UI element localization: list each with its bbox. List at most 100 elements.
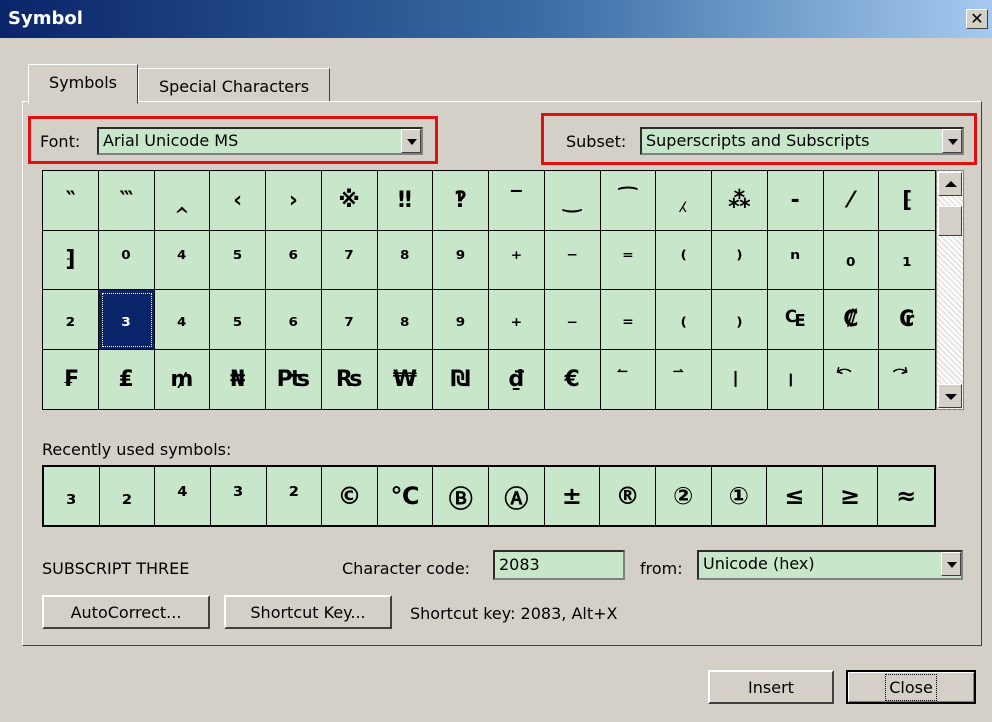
recent-symbol-cell[interactable]: ≈ xyxy=(878,467,934,525)
subset-select[interactable]: Superscripts and Subscripts xyxy=(640,127,964,155)
symbol-cell[interactable]: ⁰ xyxy=(98,230,155,290)
symbol-cell[interactable]: ₦ xyxy=(210,349,266,409)
font-select[interactable]: Arial Unicode MS xyxy=(97,127,423,155)
symbol-cell[interactable]: ⁀ xyxy=(600,171,657,231)
symbol-cell[interactable]: ₩ xyxy=(378,349,434,409)
symbol-cell[interactable]: ₡ xyxy=(823,290,880,350)
chevron-down-icon[interactable] xyxy=(942,129,962,153)
recent-symbol-cell[interactable]: ≥ xyxy=(823,467,879,525)
symbol-cell[interactable]: ⁷ xyxy=(321,230,378,290)
recent-symbols[interactable]: ₃ ₂ ⁴ ³ ² © ℃ Ⓑ Ⓐ ± ® ② ① ≤ ≥ ≈ xyxy=(42,465,936,527)
symbol-cell[interactable]: › xyxy=(266,171,322,231)
symbol-cell[interactable]: ⁄ xyxy=(823,171,880,231)
recent-symbol-cell[interactable]: Ⓐ xyxy=(489,467,545,525)
symbol-cell[interactable]: ₉ xyxy=(433,290,489,350)
symbol-cell[interactable]: ₣ xyxy=(43,349,99,409)
recent-symbol-cell[interactable]: ³ xyxy=(211,467,267,525)
symbol-cell[interactable]: ₄ xyxy=(154,290,211,350)
symbol-cell[interactable]: ₢ xyxy=(879,290,935,350)
from-select[interactable]: Unicode (hex) xyxy=(697,550,963,580)
recent-symbol-cell[interactable]: ® xyxy=(600,467,656,525)
symbol-cell[interactable]: ⁽ xyxy=(656,230,712,290)
close-icon[interactable]: ✕ xyxy=(966,9,988,29)
symbol-cell[interactable]: ₋ xyxy=(544,290,601,350)
recent-symbol-cell[interactable]: ⁴ xyxy=(155,467,211,525)
symbol-cell[interactable]: ※ xyxy=(321,171,378,231)
symbol-cell[interactable]: ⃐ xyxy=(601,349,657,409)
recent-symbol-cell[interactable]: ± xyxy=(545,467,601,525)
symbol-cell[interactable]: ₎ xyxy=(712,290,768,350)
symbol-cell[interactable]: ⃑ xyxy=(656,349,712,409)
autocorrect-button[interactable]: AutoCorrect... xyxy=(42,595,210,629)
symbol-cell[interactable]: ₪ xyxy=(433,349,489,409)
symbol-cell[interactable]: ₇ xyxy=(321,290,378,350)
symbol-cell[interactable]: ‾ xyxy=(489,171,545,231)
scroll-thumb[interactable] xyxy=(938,206,962,236)
symbol-cell[interactable]: ₆ xyxy=(266,290,322,350)
symbol-cell[interactable]: ⁅ xyxy=(879,171,935,231)
symbol-cell[interactable]: ⃒ xyxy=(712,349,768,409)
recent-symbol-cell[interactable]: ₃ xyxy=(44,467,100,525)
symbol-cell[interactable]: ‼ xyxy=(377,171,434,231)
symbol-cell[interactable]: ⁃ xyxy=(767,171,824,231)
symbol-grid[interactable]: ‶ ‷ ‸ ‹ › ※ ‼ ‽ ‾ ‿ ⁀ ⁁ ⁂ ⁃ ⁄ ⁅ ⁆ ⁰ ⁴ ⁵ ⁶ ⁷ ⁸ ⁹ ⁺ ⁻ ⁼ ⁽ ⁾ ⁿ ₀ ₁ ₂ ₃ ₄ ₅ ₆ ₇ ₈ ₉… xyxy=(42,170,936,410)
close-button[interactable]: Close xyxy=(846,670,976,704)
symbol-cell[interactable]: ⁺ xyxy=(489,230,545,290)
recent-symbol-cell[interactable]: Ⓑ xyxy=(433,467,489,525)
symbol-cell[interactable]: ⁵ xyxy=(210,230,266,290)
symbol-cell[interactable]: ⃔ xyxy=(824,349,880,409)
tab-special-characters[interactable]: Special Characters xyxy=(138,68,330,102)
symbol-cell[interactable]: ‶ xyxy=(43,171,99,231)
symbol-cell[interactable]: ‸ xyxy=(154,171,211,231)
symbol-cell[interactable]: ₁ xyxy=(879,231,935,290)
symbol-cell[interactable]: ₍ xyxy=(656,290,712,350)
tab-symbols[interactable]: Symbols xyxy=(28,64,138,104)
symbol-cell[interactable]: ₌ xyxy=(600,290,657,350)
symbol-cell[interactable]: ⁶ xyxy=(266,230,322,290)
recent-symbol-cell[interactable]: ② xyxy=(656,467,712,525)
scroll-down-icon[interactable] xyxy=(938,384,962,408)
symbol-cell[interactable]: ₅ xyxy=(210,290,266,350)
symbol-cell[interactable]: ₊ xyxy=(489,290,545,350)
symbol-cell[interactable]: ₠ xyxy=(767,290,824,350)
symbol-cell[interactable]: ₫ xyxy=(489,349,545,409)
symbol-cell[interactable]: ⃕ xyxy=(879,350,935,410)
symbol-cell[interactable]: ⁆ xyxy=(43,230,99,290)
symbol-cell[interactable]: ₥ xyxy=(155,349,211,409)
symbol-cell[interactable]: ⁿ xyxy=(767,230,824,290)
chevron-down-icon[interactable] xyxy=(941,552,961,576)
recent-symbol-cell[interactable]: ² xyxy=(267,467,323,525)
symbol-cell[interactable]: ‿ xyxy=(544,171,601,231)
symbol-cell[interactable]: ₂ xyxy=(43,290,99,350)
shortcut-key-button[interactable]: Shortcut Key... xyxy=(224,595,392,629)
symbol-cell[interactable]: € xyxy=(545,349,601,409)
symbol-cell[interactable]: ₀ xyxy=(823,230,880,290)
recent-symbol-cell[interactable]: ① xyxy=(712,467,768,525)
symbol-cell[interactable]: ⁻ xyxy=(544,230,601,290)
insert-button[interactable]: Insert xyxy=(708,670,834,704)
symbol-cell[interactable]: ‷ xyxy=(98,171,155,231)
symbol-cell[interactable]: ⁸ xyxy=(377,230,434,290)
symbol-cell[interactable]: ‹ xyxy=(210,171,266,231)
recent-symbol-cell[interactable]: © xyxy=(322,467,378,525)
symbol-cell[interactable]: ₨ xyxy=(322,349,378,409)
symbol-grid-scrollbar[interactable] xyxy=(936,170,964,410)
scroll-up-icon[interactable] xyxy=(938,172,962,196)
recent-symbol-cell[interactable]: ℃ xyxy=(378,467,434,525)
chevron-down-icon[interactable] xyxy=(401,129,421,153)
symbol-cell[interactable]: ⁹ xyxy=(433,230,489,290)
symbol-cell[interactable]: ₈ xyxy=(377,290,434,350)
symbol-cell[interactable]: ⁼ xyxy=(600,230,657,290)
recent-symbol-cell[interactable]: ≤ xyxy=(767,467,823,525)
character-code-input[interactable]: 2083 xyxy=(493,550,625,580)
symbol-cell[interactable]: ₤ xyxy=(99,349,155,409)
symbol-cell[interactable]: ₃ xyxy=(98,290,155,350)
symbol-cell[interactable]: ₧ xyxy=(266,349,322,409)
symbol-cell[interactable]: ⁂ xyxy=(712,171,768,231)
symbol-cell[interactable]: ⁾ xyxy=(712,230,768,290)
recent-symbol-cell[interactable]: ₂ xyxy=(100,467,156,525)
symbol-cell[interactable]: ⃓ xyxy=(768,349,824,409)
symbol-cell[interactable]: ⁴ xyxy=(154,230,211,290)
symbol-cell[interactable]: ‽ xyxy=(433,171,489,231)
symbol-cell[interactable]: ⁁ xyxy=(656,171,712,231)
